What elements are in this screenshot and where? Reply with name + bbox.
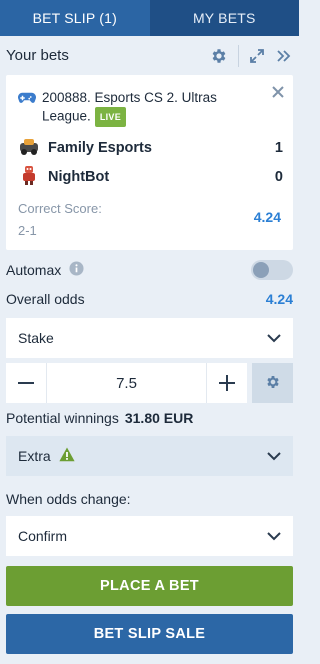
expand-icon[interactable] [249, 48, 265, 64]
bet-slip-tabs: BET SLIP (1) MY BETS [0, 0, 299, 36]
bet-slip-sale-button[interactable]: BET SLIP SALE [6, 614, 293, 654]
potential-winnings: Potential winnings 31.80 EUR [6, 410, 193, 426]
stake-select[interactable]: Stake [6, 318, 293, 358]
team-name: NightBot [48, 168, 110, 185]
odds-change-value: Confirm [18, 528, 68, 544]
extra-select[interactable]: Extra [6, 436, 293, 476]
team-score: 1 [274, 139, 283, 156]
chevron-down-icon [267, 330, 281, 346]
place-bet-button[interactable]: PLACE A BET [6, 566, 293, 606]
remove-bet-close-icon[interactable] [272, 85, 284, 101]
gamepad-icon [17, 91, 37, 127]
overall-odds-label: Overall odds [6, 291, 85, 307]
market-value: 2-1 [18, 223, 37, 238]
bet-odds: 4.24 [253, 209, 281, 225]
toggle-knob [253, 262, 269, 278]
decrease-stake-button[interactable] [6, 363, 46, 403]
chevron-down-icon [267, 448, 281, 464]
market-label: Correct Score: [18, 201, 102, 216]
stake-settings-button[interactable] [252, 363, 293, 403]
event-title: 200888. Esports CS 2. Ultras League. [42, 90, 217, 124]
team-logo-icon [18, 164, 40, 189]
bet-card: 200888. Esports CS 2. Ultras League. LIVE… [6, 75, 293, 250]
header-divider [238, 44, 239, 67]
automax-row: Automax [6, 259, 293, 281]
your-bets-header: Your bets [0, 36, 299, 75]
tab-bet-slip[interactable]: BET SLIP (1) [0, 0, 150, 36]
stake-select-label: Stake [18, 330, 54, 346]
collapse-chevrons-icon[interactable] [275, 48, 291, 64]
potential-winnings-label: Potential winnings [6, 410, 119, 426]
automax-label: Automax [6, 262, 62, 278]
team-row: NightBot 0 [18, 164, 283, 189]
automax-toggle[interactable] [251, 260, 293, 280]
team-logo-icon [18, 135, 40, 160]
increase-stake-button[interactable] [207, 363, 247, 403]
warning-icon [59, 447, 75, 465]
overall-odds-value: 4.24 [265, 291, 293, 307]
stake-stepper: 7.5 [6, 363, 247, 403]
tab-my-bets[interactable]: MY BETS [149, 0, 299, 36]
settings-gear-icon[interactable] [210, 47, 228, 65]
extra-select-label: Extra [18, 448, 51, 464]
chevron-down-icon [267, 528, 281, 544]
market-info: Correct Score: 2-1 [18, 198, 102, 242]
overall-odds-row: Overall odds 4.24 [6, 289, 293, 309]
gear-icon [265, 374, 281, 393]
live-badge: LIVE [94, 107, 127, 127]
event-info: 200888. Esports CS 2. Ultras League. LIVE [17, 89, 253, 127]
team-score: 0 [274, 168, 283, 185]
your-bets-title: Your bets [6, 47, 69, 64]
team-row: Family Esports 1 [18, 135, 283, 160]
odds-change-select[interactable]: Confirm [6, 516, 293, 556]
stake-amount-input[interactable]: 7.5 [46, 363, 207, 403]
team-name: Family Esports [48, 139, 152, 156]
potential-winnings-value: 31.80 EUR [124, 410, 194, 426]
info-icon[interactable] [69, 261, 84, 279]
odds-change-label: When odds change: [6, 491, 131, 507]
